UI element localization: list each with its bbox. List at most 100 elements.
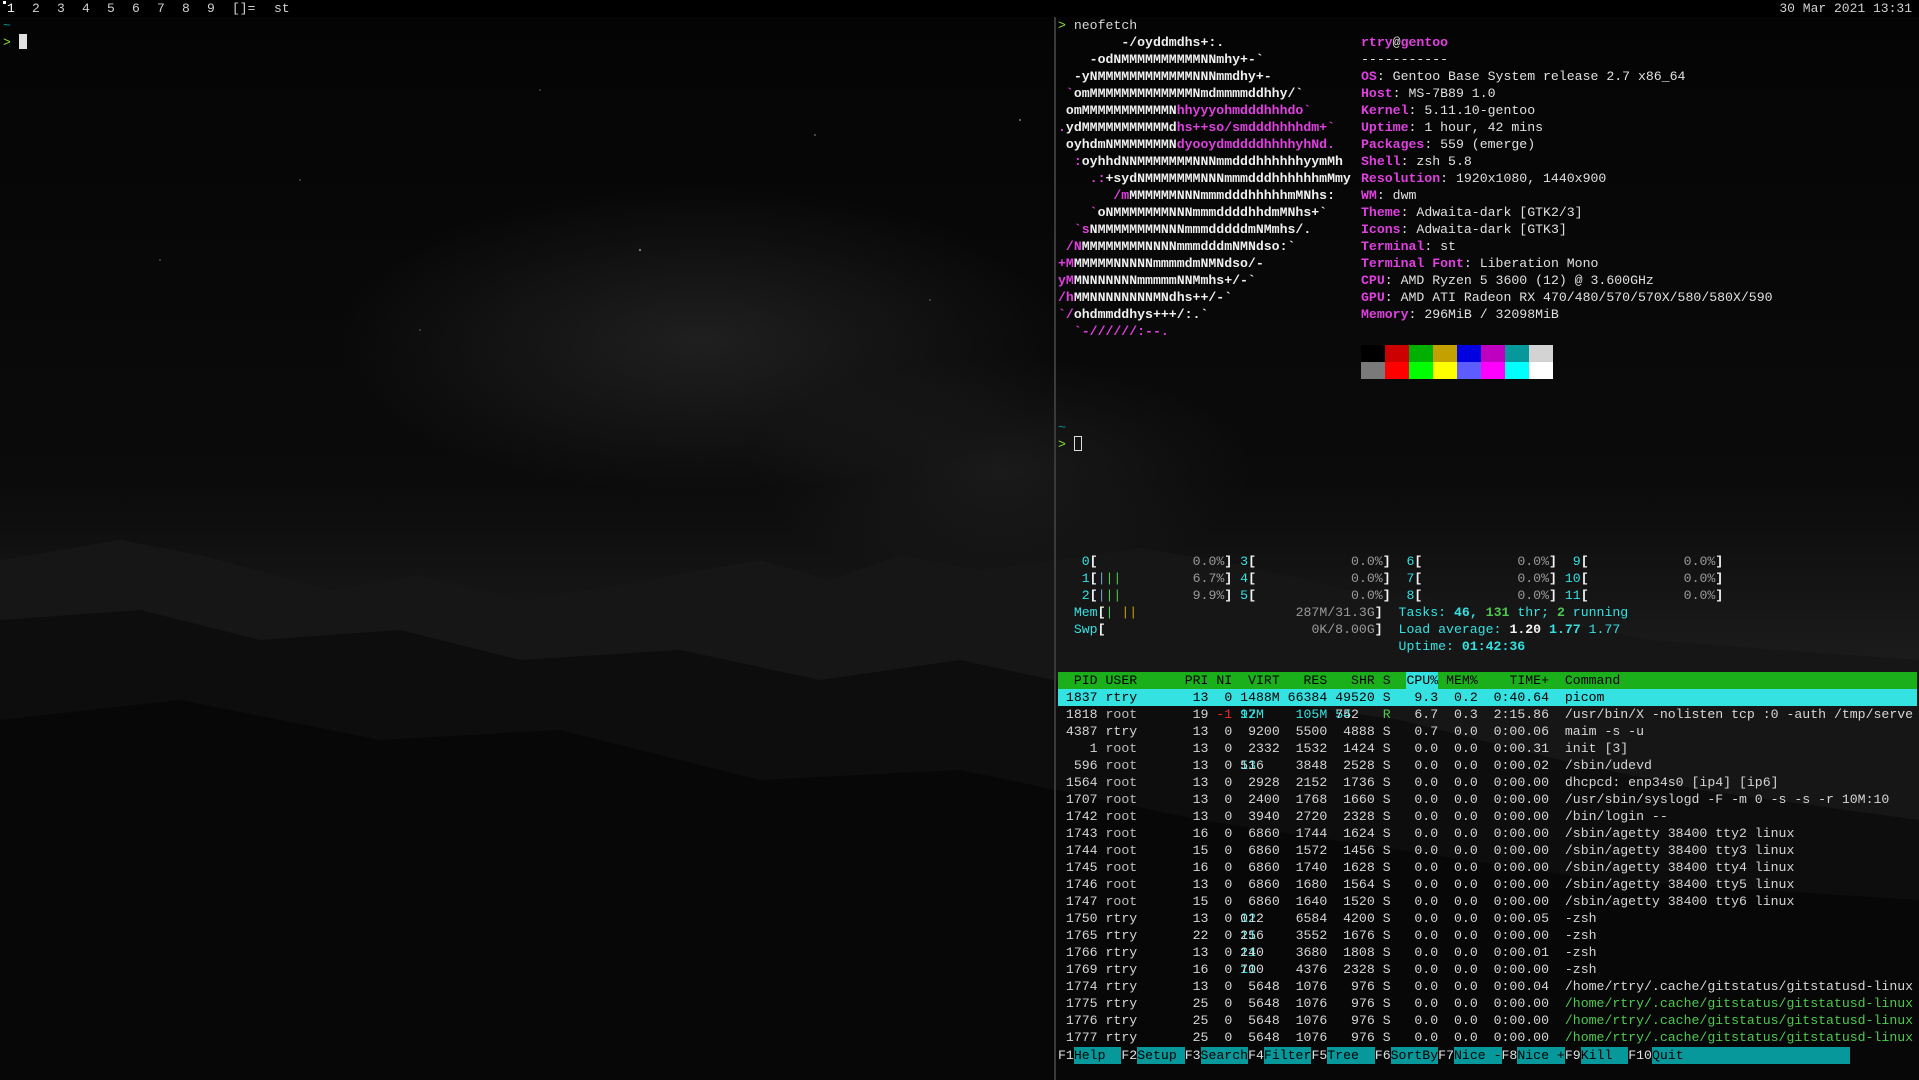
process-row[interactable]: 1743 root 16 0 6860 1744 1624 S 0.0 0.0 0:00.00/sb… [1058,825,1917,842]
fkey-f1[interactable]: F1 [1058,1047,1074,1064]
column-header-time[interactable]: TIME+ [1509,672,1549,689]
fkey-setup-button[interactable]: Setup [1137,1047,1185,1064]
column-header-pri[interactable]: PRI [1185,672,1209,689]
cell: 4387 [1065,724,1098,739]
column-header-pid[interactable]: PID [1074,672,1098,689]
cell: 1076 [1295,996,1328,1011]
fkey-nice-button[interactable]: Nice + [1517,1047,1565,1064]
cell: 0.0 [1454,928,1478,943]
process-row[interactable]: 1564 root 13 0 2928 2152 1736 S 0.0 0.0 0:00.00 dhc… [1058,774,1917,791]
prompt-line[interactable]: > [1058,436,1082,453]
process-row[interactable]: 1776 rtry 25 0 5648 1076 976 S 0.0 0.0 0:00.00/hom… [1058,1012,1917,1029]
logo-line: :oyhhdNNMMMMMMMNNNmmdddhhhhhhyymMh [1058,153,1351,170]
workspace-tag-4[interactable]: 4 [77,0,102,17]
cell: root [1105,741,1138,756]
workspace-tag-3[interactable]: 3 [52,0,77,17]
cell: 0 [1224,724,1233,739]
color-swatch [1361,362,1385,379]
process-row[interactable]: 1765 rtry 22 0 11 256 3552 1676 S 0.0 0.0 0:00.00 -z… [1058,927,1917,944]
process-row[interactable]: 1774 rtry 13 0 5648 1076 976 S 0.0 0.0 0:00.04/hom… [1058,978,1917,995]
cell: 1818 [1065,707,1098,722]
cell: -zsh [1564,911,1597,926]
load-1min: 1.20 [1509,622,1542,637]
cell: S [1382,1030,1391,1045]
column-header-user[interactable]: USER [1106,672,1138,689]
fkey-tree-button[interactable]: Tree [1327,1047,1375,1064]
prompt-line[interactable]: > [0,34,1054,51]
fkey-nice-button[interactable]: Nice - [1454,1047,1502,1064]
column-header-ni[interactable]: NI [1216,672,1232,689]
workspace-tag-1[interactable]: 1 [2,0,27,17]
process-row[interactable]: 1818 root 19 -1 12 97M 105M 54 752 R 6.7 0.3 2:15.86… [1058,706,1917,723]
process-row[interactable]: 1775 rtry 25 0 5648 1076 976 S 0.0 0.0 0:00.00/hom… [1058,995,1917,1012]
terminal-neofetch[interactable]: > neofetch -/oyddmdhs+:. -odNMMMMMMMMMMN… [1056,17,1919,537]
cell: 25 [1192,996,1209,1011]
fkey-f2[interactable]: F2 [1121,1047,1137,1064]
fkey-f6[interactable]: F6 [1375,1047,1391,1064]
cell: 0:00.00 [1493,1013,1549,1028]
cpu-percent: 0.0% [1683,571,1716,586]
column-header-command[interactable]: Command [1565,672,1620,689]
cpu-id: 1 [1081,571,1090,586]
fkey-filter-button[interactable]: Filter [1263,1047,1312,1064]
color-swatch [1481,345,1505,362]
process-row[interactable]: 1837 rtry 13 0 1488M 66384 49520 S 9.3 0.2 0:40.64… [1058,689,1917,706]
process-row[interactable]: 1746 root 13 0 6860 1680 1564 S 0.0 0.0 0:00.00/sb… [1058,876,1917,893]
fkey-f8[interactable]: F8 [1502,1047,1518,1064]
column-header-res[interactable]: RES [1304,672,1328,689]
column-header-shr[interactable]: SHR [1351,672,1375,689]
cell: S [1382,758,1391,773]
workspace-tag-2[interactable]: 2 [27,0,52,17]
column-header-mem[interactable]: MEM% [1446,672,1478,689]
fkey-f5[interactable]: F5 [1311,1047,1327,1064]
fkey-kill-button[interactable]: Kill [1580,1047,1629,1064]
workspace-tag-8[interactable]: 8 [177,0,202,17]
workspace-tag-5[interactable]: 5 [102,0,127,17]
workspace-tag-6[interactable]: 6 [127,0,152,17]
fkey-help-button[interactable]: Help [1073,1047,1122,1064]
process-row[interactable]: 1747 root 15 0 6860 1640 1520 S 0.0 0.0 0:00.00/sb… [1058,893,1917,910]
process-row[interactable]: 1777 rtry 25 0 5648 1076 976 S 0.0 0.0 0:00.00/hom… [1058,1029,1917,1046]
info-value: AMD ATI Radeon RX 470/480/570/570X/580/5… [1400,290,1773,305]
fkey-f4[interactable]: F4 [1248,1047,1264,1064]
fkey-sortby-button[interactable]: SortBy [1390,1047,1439,1064]
prompt-symbol: > [1058,18,1066,33]
fkey-quit-button[interactable]: Quit [1652,1047,1850,1064]
process-row[interactable]: 1766 rtry 13 0 11 240 3680 1808 S 0.0 0.0 0:00.01 -z… [1058,944,1917,961]
process-row[interactable]: 596 root 13 0 13 516 3848 2528 S 0.0 0.0 0:00.02/sb… [1058,757,1917,774]
process-row[interactable]: 1707 root 13 0 2400 1768 1660 S 0.0 0.0 0:00.00/us… [1058,791,1917,808]
process-row[interactable]: 1742 root 13 0 3940 2720 2328 S 0.0 0.0 0:00.00/bi… [1058,808,1917,825]
process-row[interactable]: 1745 root 16 0 6860 1740 1628 S 0.0 0.0 0:00.00/sb… [1058,859,1917,876]
process-row[interactable]: 4387 rtry 13 0 9200 5500 4888 S 0.7 0.0 0:00.06 mai… [1058,723,1917,740]
fkey-f7[interactable]: F7 [1438,1047,1454,1064]
workspace-tag-9[interactable]: 9 [202,0,227,17]
cell: 0.0 [1454,724,1478,739]
cell: /home/rtry/.cache/gitstatus/gitstatusd-l… [1564,1030,1914,1045]
fkey-search-button[interactable]: Search [1200,1047,1249,1064]
fkey-f10[interactable]: F10 [1628,1047,1652,1064]
cell: 1777 [1065,1030,1098,1045]
layout-indicator[interactable]: []= [232,0,255,17]
color-swatch [1385,362,1409,379]
cell: maim -s -u [1564,724,1645,739]
process-row[interactable]: 1 root 13 0 2332 1532 1424 S 0.0 0.0 0:00.31 init [… [1058,740,1917,757]
info-colon: : [1400,154,1417,169]
process-row[interactable]: 1744 root 15 0 6860 1572 1456 S 0.0 0.0 0:00.00/sb… [1058,842,1917,859]
cell-units: 700 [1240,962,1264,977]
htop-panel[interactable]: 0[0.0%] 1[||| 6.7%] 2[||| 9.9%] 3[0.0%] 4[0.0%… [1056,553,1919,1080]
process-row[interactable]: 1750 rtry 13 0 12 012 6584 4200 S 0.0 0.0 0:00.05 -z… [1058,910,1917,927]
fkey-f3[interactable]: F3 [1185,1047,1201,1064]
cell: 0 [1224,758,1233,773]
column-header-virt[interactable]: VIRT [1248,672,1280,689]
workspace-tag-7[interactable]: 7 [152,0,177,17]
logo-segment: MNNNNNNNmmmmmNNMmhs+/-` [1073,273,1256,288]
terminal-left[interactable]: ~ > [0,17,1054,1080]
fkey-f9[interactable]: F9 [1565,1047,1581,1064]
meter-bracket: [ [1097,622,1106,637]
cell: S [1382,809,1391,824]
info-row: Host: MS-7B89 1.0 [1361,85,1773,102]
column-header-cpu[interactable]: CPU% [1406,672,1439,689]
cell: 1744 [1065,843,1098,858]
process-row[interactable]: 1769 rtry 16 0 11 700 4376 2328 S 0.0 0.0 0:00.00 -z… [1058,961,1917,978]
column-header-s[interactable]: S [1383,672,1391,689]
